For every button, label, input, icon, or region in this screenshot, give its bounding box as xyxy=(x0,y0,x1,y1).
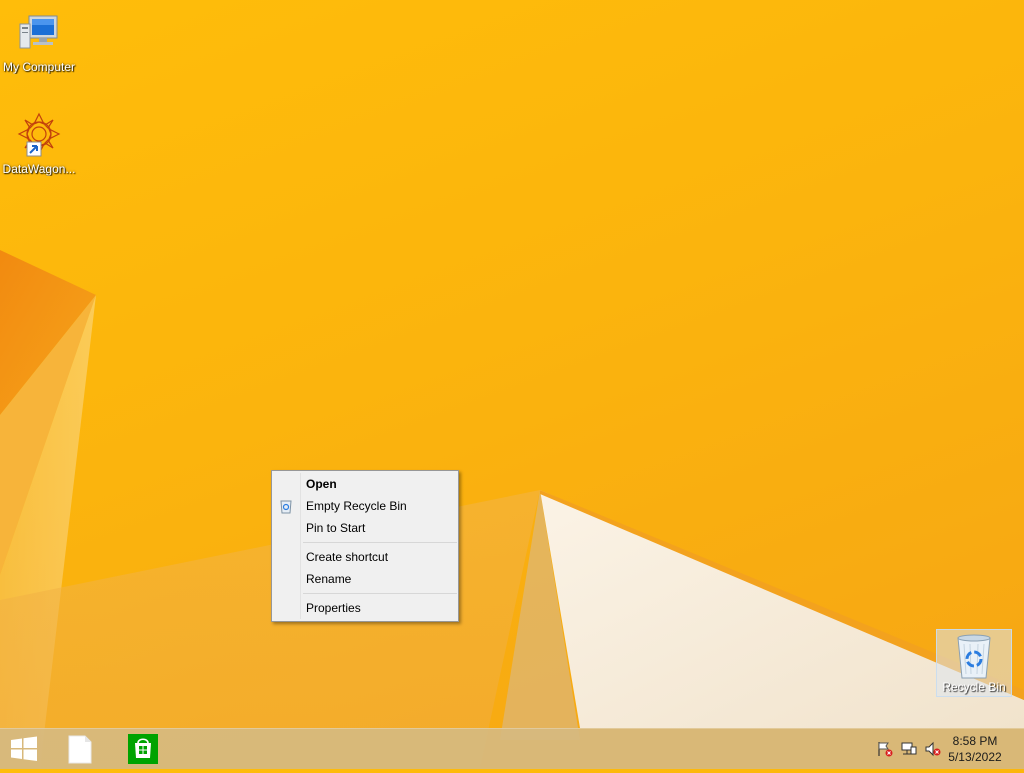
system-tray: 8:58 PM 5/13/2022 xyxy=(864,729,1024,769)
network-icon[interactable] xyxy=(900,741,918,757)
computer-icon xyxy=(15,10,63,58)
desktop-icon-my-computer[interactable]: My Computer xyxy=(0,10,78,74)
store-icon xyxy=(128,734,158,764)
context-menu: Open Empty Recycle Bin Pin to Start Crea… xyxy=(271,470,459,622)
menu-item-label: Pin to Start xyxy=(306,521,366,535)
store-button[interactable] xyxy=(118,729,166,769)
desktop-icon-label: My Computer xyxy=(2,60,76,74)
clock-time: 8:58 PM xyxy=(952,734,998,748)
menu-item-properties[interactable]: Properties xyxy=(272,597,458,619)
start-button[interactable] xyxy=(0,729,48,769)
menu-item-label: Rename xyxy=(306,572,352,586)
document-icon xyxy=(68,735,92,764)
menu-separator xyxy=(303,593,457,594)
menu-item-label: Create shortcut xyxy=(306,550,389,564)
desktop-icon-label: DataWagon... xyxy=(2,162,76,176)
recycle-bin-icon xyxy=(952,632,996,680)
menu-item-empty-recycle-bin[interactable]: Empty Recycle Bin xyxy=(272,495,458,517)
desktop-wallpaper xyxy=(0,250,1024,768)
recycle-bin-label: Recycle Bin xyxy=(942,680,1006,694)
datawagon-icon xyxy=(15,112,63,160)
menu-item-label: Open xyxy=(306,477,337,491)
menu-item-label: Empty Recycle Bin xyxy=(306,499,407,513)
desktop-icon-datawagon[interactable]: DataWagon... xyxy=(0,112,78,176)
file-explorer-button[interactable] xyxy=(56,729,104,769)
clock[interactable]: 8:58 PM 5/13/2022 xyxy=(940,733,1010,765)
action-center-flag-icon[interactable] xyxy=(876,741,894,757)
menu-item-open[interactable]: Open xyxy=(272,473,458,495)
menu-item-rename[interactable]: Rename xyxy=(272,568,458,590)
taskbar: 8:58 PM 5/13/2022 xyxy=(0,728,1024,769)
recycle-bin-small-icon xyxy=(278,498,294,514)
menu-separator xyxy=(303,542,457,543)
clock-date: 5/13/2022 xyxy=(948,750,1002,764)
menu-item-pin-to-start[interactable]: Pin to Start xyxy=(272,517,458,539)
menu-item-create-shortcut[interactable]: Create shortcut xyxy=(272,546,458,568)
windows-logo-icon xyxy=(11,736,37,761)
desktop-icon-recycle-bin[interactable]: Recycle Bin xyxy=(936,629,1012,697)
menu-item-label: Properties xyxy=(306,601,361,615)
